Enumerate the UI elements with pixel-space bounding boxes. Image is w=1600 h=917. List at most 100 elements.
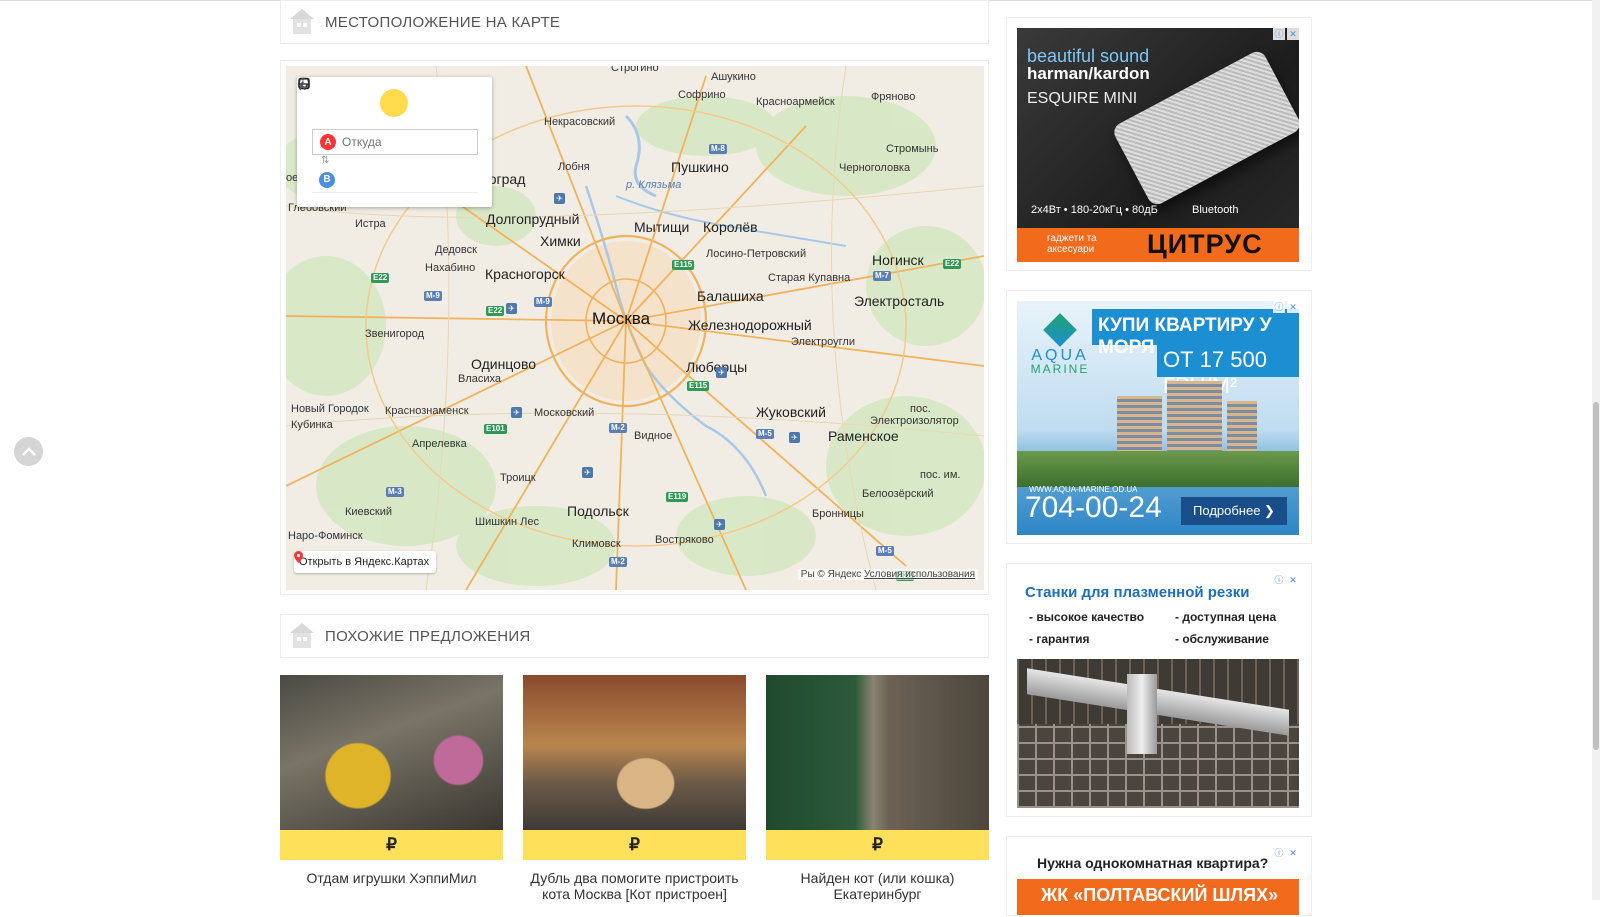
ad-product: ESQUIRE MINI [1027,90,1138,107]
ad-controls: ⓘ ✕ [1273,574,1299,586]
trees-image [1017,451,1299,487]
ad-price: ОТ 17 500 ГРН/М² [1157,345,1299,398]
map-place-label: Черноголовка [839,162,911,174]
citrus-logo: ЦИТРУС [1147,229,1263,259]
map-place-label: Видное [634,430,673,442]
point-b-marker: B [319,171,335,188]
road-shield: E115 [687,381,710,391]
open-in-yandex-maps-button[interactable]: Открыть в Яндекс.Картах [294,551,437,573]
ad-controls: ⓘ ✕ [1273,301,1299,313]
map-place-label: Климовск [572,538,621,550]
similar-offers-list: ₽ Отдам игрушки ХэппиМил ₽ Дубль два пом… [280,675,989,905]
offer-card[interactable]: ₽ Найден кот (или кошка) Екатеринбург [766,675,989,902]
ad-info-icon[interactable]: ⓘ [1273,28,1285,40]
offer-photo[interactable] [766,675,989,830]
map-place-label: Новый Городок [291,403,369,415]
aqua-marine-logo: AQUA MARINE [1025,313,1095,376]
route-from-input[interactable] [342,135,462,149]
map-place-label: Троицк [500,472,536,484]
similar-section-title: ПОХОЖИЕ ПРЕДЛОЖЕНИЯ [325,627,531,645]
details-button[interactable]: Подробнее ❯ [1181,497,1287,525]
airport-icon[interactable]: ✈ [511,407,522,418]
ad-close-icon[interactable]: ✕ [1287,301,1299,313]
map-place-label: Ногинск [872,252,924,268]
offer-photo[interactable] [280,675,503,830]
ad-block: AQUA MARINE КУПИ КВАРТИРУ У МОРЯ ОТ 17 5… [1006,290,1312,544]
aqua-marine-ad[interactable]: AQUA MARINE КУПИ КВАРТИРУ У МОРЯ ОТ 17 5… [1017,301,1299,535]
ad-brand: harman/kardon [1027,64,1150,83]
ad-info-icon[interactable]: ⓘ [1273,847,1285,859]
airport-icon[interactable]: ✈ [789,432,800,443]
route-to-input[interactable] [341,172,461,187]
offer-photo[interactable] [523,675,746,830]
yandex-map[interactable]: Ашукино Софрино Красноармейск Фряново Некрас… [286,66,984,590]
map-place-label: Истра [355,218,386,230]
map-place-label: Московский [534,407,595,419]
terms-of-use-link[interactable]: Условия использования [864,569,975,580]
road-shield: M-8 [709,144,727,154]
bus-mode-button[interactable] [298,77,409,117]
map-place-label: Некрасовский [544,116,616,128]
plasma-cutter-ad[interactable]: Станки для плазменной резки - высокое ка… [1017,574,1299,808]
route-to-field[interactable]: B [312,167,478,193]
map-place-label: Долгопрудный [486,211,580,227]
airport-icon[interactable]: ✈ [714,519,725,530]
offer-title[interactable]: Отдам игрушки ХэппиМил [280,860,503,886]
map-place-label: Софрино [678,89,726,101]
road-shield: M-3 [386,487,404,497]
map-place-label: Вострякoво [655,534,714,546]
map-place-label: Звенигород [365,328,425,340]
ad-feature: - обслуживание [1175,632,1269,646]
road-shield: E22 [943,259,962,269]
offer-title[interactable]: Найден кот (или кошка) Екатеринбург [766,860,989,902]
airport-icon[interactable]: ✈ [716,367,727,378]
road-shield: M-5 [876,546,894,556]
ad-feature: - высокое качество [1029,610,1145,624]
offer-card[interactable]: ₽ Отдам игрушки ХэппиМил [280,675,503,886]
map-place-label: Москва [592,309,651,328]
car-mode-button[interactable] [298,78,358,117]
map-place-label: Нахабино [425,262,476,274]
airport-icon[interactable]: ✈ [554,193,565,204]
ad-controls: ⓘ ✕ [1273,28,1299,40]
house-icon [289,9,315,35]
map-place-label: Белоозёрский [862,488,934,500]
scroll-to-top-button[interactable] [14,437,43,466]
ad-close-icon[interactable]: ✕ [1287,847,1299,859]
map-place-label: Королёв [703,219,758,235]
map-place-label: Шишкин Лес [475,516,539,528]
map-place-label: Старая Купавна [768,272,851,284]
route-from-field[interactable]: A [312,129,478,155]
offer-title[interactable]: Дубль два помогите пристроить кота Москв… [523,860,746,902]
road-shield: E22 [486,306,505,316]
road-shield: E22 [371,273,390,283]
airport-icon[interactable]: ✈ [582,467,593,478]
ad-specs: 2x4Вт • 180-20кГц • 80дБ [1031,204,1158,216]
map-place-label: Стромынь [886,143,939,155]
ad-close-icon[interactable]: ✕ [1287,28,1299,40]
ad-info-icon[interactable]: ⓘ [1273,301,1285,313]
similar-section-header: ПОХОЖИЕ ПРЕДЛОЖЕНИЯ [280,614,989,658]
offer-price: ₽ [523,830,746,860]
road-shield: E119 [666,492,689,502]
map-place-label: Власиха [458,373,502,385]
route-modes [297,77,492,117]
ad-phone: 704-00-24 [1025,491,1162,524]
airport-icon[interactable]: ✈ [506,303,517,314]
ad-block: Станки для плазменной резки - высокое ка… [1006,563,1312,817]
scrollbar-thumb[interactable] [1593,402,1599,750]
poltava-ad[interactable]: Нужна однокомнатная квартира? ЖК «ПОЛТАВ… [1017,847,1299,917]
map-place-label: Лосино-Петровский [706,248,807,260]
swap-points-icon[interactable]: ⇅ [321,155,329,166]
offer-card[interactable]: ₽ Дубль два помогите пристроить кота Мос… [523,675,746,902]
pedestrian-icon [299,77,306,91]
chevron-up-icon [21,447,36,456]
cutting-grid-image [1017,724,1299,808]
pedestrian-mode-button[interactable] [299,77,459,117]
ad-close-icon[interactable]: ✕ [1287,574,1299,586]
map-place-label: Раменское [828,428,899,444]
map-place-label: Железнодорожный [688,317,812,333]
road-shield: M-2 [609,423,627,433]
harman-kardon-ad[interactable]: beautiful sound harman/kardon ESQUIRE MI… [1017,28,1299,262]
ad-info-icon[interactable]: ⓘ [1273,574,1285,586]
